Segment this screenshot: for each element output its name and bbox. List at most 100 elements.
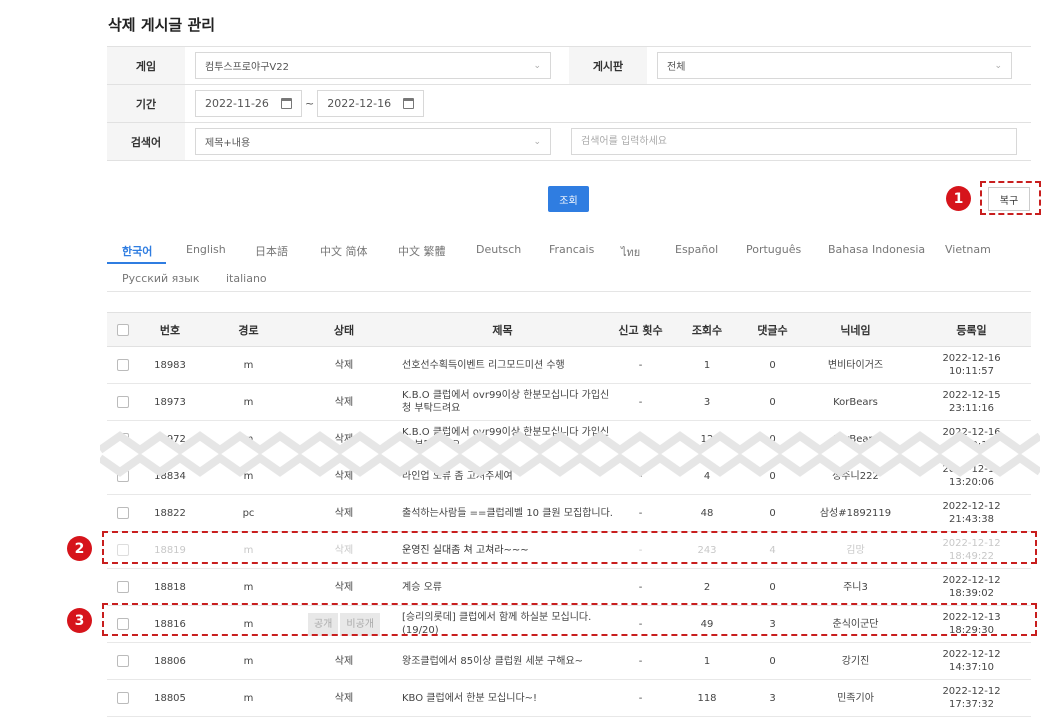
- cell-route: pc: [201, 494, 296, 532]
- row-checkbox[interactable]: [117, 654, 129, 667]
- row-checkbox[interactable]: [117, 691, 129, 704]
- cell-title[interactable]: 출석하는사람들 ==클럽레벨 10 클원 모집합니다.: [392, 494, 613, 532]
- cell-comments: 3: [746, 679, 799, 717]
- search-button[interactable]: 조회: [548, 186, 589, 212]
- cell-date: 2022-12-12 14:37:10: [912, 642, 1031, 680]
- game-cell: 컴투스프로야구V22 ⌄: [185, 47, 569, 84]
- cell-status: 삭제: [296, 383, 392, 421]
- cell-comments: 0: [746, 494, 799, 532]
- calendar-icon[interactable]: [403, 98, 415, 109]
- cell-route: m: [201, 679, 296, 717]
- row-checkbox[interactable]: [117, 506, 129, 519]
- cell-status: 삭제: [296, 642, 392, 680]
- restore-button[interactable]: 복구: [988, 187, 1030, 211]
- board-cell: 전체 ⌄: [647, 47, 1031, 84]
- table-row[interactable]: 18973 m 삭제 K.B.O 클럽에서 ovr99이상 한분모십니다 가입신…: [107, 383, 1031, 421]
- table-row[interactable]: 18806 m 삭제 왕조클럽에서 85이상 클럽원 세분 구해요~ - 1 0…: [107, 642, 1031, 680]
- row-checkbox-cell: [107, 494, 139, 532]
- table-row[interactable]: 18983 m 삭제 선호선수획득이벤트 리그모드미션 수행 - 1 0 변비타…: [107, 346, 1031, 384]
- cell-views: 1: [668, 346, 746, 384]
- chevron-down-icon: ⌄: [994, 60, 1002, 71]
- game-select[interactable]: 컴투스프로야구V22 ⌄: [195, 52, 551, 79]
- row-checkbox-cell: [107, 679, 139, 717]
- cell-views: 1: [668, 642, 746, 680]
- header-nickname: 닉네임: [799, 312, 912, 347]
- tab-korean[interactable]: 한국어: [122, 243, 152, 259]
- filter-row-game: 게임 컴투스프로야구V22 ⌄ 게시판 전체 ⌄: [107, 47, 1031, 85]
- date-separator: ~: [305, 97, 315, 110]
- tab-chinese-traditional[interactable]: 中文 繁體: [398, 243, 446, 259]
- tab-chinese-simplified[interactable]: 中文 简体: [320, 243, 368, 259]
- cell-reports: -: [613, 679, 668, 717]
- table-row[interactable]: 18818 m 삭제 계승 오류 - 2 0 주니3 2022-12-12 18:…: [107, 568, 1031, 606]
- tab-spanish[interactable]: Español: [675, 243, 718, 256]
- cell-status: 삭제: [296, 679, 392, 717]
- row-checkbox-cell: [107, 642, 139, 680]
- cell-views: 2: [668, 568, 746, 606]
- time-value: 23:11:16: [949, 403, 994, 414]
- search-filter-panel: 게임 컴투스프로야구V22 ⌄ 게시판 전체 ⌄ 기간 2022-11-26 ~…: [107, 46, 1031, 161]
- header-checkbox-cell: [107, 312, 139, 347]
- calendar-icon[interactable]: [281, 98, 292, 109]
- cell-title[interactable]: 선호선수획득이벤트 리그모드미션 수행: [392, 346, 613, 384]
- row-checkbox[interactable]: [117, 395, 129, 408]
- tab-russian[interactable]: Русский язык: [122, 272, 199, 285]
- date-from-input[interactable]: 2022-11-26: [195, 90, 302, 117]
- row-checkbox-cell: [107, 568, 139, 606]
- cell-views: 48: [668, 494, 746, 532]
- annotation-badge-2: 2: [67, 536, 92, 561]
- tab-german[interactable]: Deutsch: [476, 243, 521, 256]
- keyword-input[interactable]: [571, 128, 1017, 155]
- cell-nickname: 강기진: [799, 642, 912, 680]
- cell-no: 18805: [139, 679, 201, 717]
- cell-title[interactable]: K.B.O 클럽에서 ovr99이상 한분모십니다 가입신청 부탁드려요: [392, 383, 613, 421]
- highlight-box-row-18819: [102, 531, 1037, 564]
- date-to-input[interactable]: 2022-12-16: [317, 90, 425, 117]
- cell-no: 18983: [139, 346, 201, 384]
- tab-english[interactable]: English: [186, 243, 226, 256]
- tab-italian[interactable]: italiano: [226, 272, 267, 285]
- period-cell: 2022-11-26 ~ 2022-12-16: [185, 85, 434, 122]
- cell-date: 2022-12-12 21:43:38: [912, 494, 1031, 532]
- date-value: 2022-12-12: [942, 649, 1001, 660]
- period-label: 기간: [107, 85, 185, 122]
- row-checkbox[interactable]: [117, 580, 129, 593]
- table-row[interactable]: 18822 pc 삭제 출석하는사람들 ==클럽레벨 10 클원 모집합니다. …: [107, 494, 1031, 532]
- tab-japanese[interactable]: 日本語: [255, 243, 288, 259]
- cell-views: 118: [668, 679, 746, 717]
- active-tab-indicator: [107, 262, 166, 264]
- cell-nickname: 주니3: [799, 568, 912, 606]
- cell-comments: 0: [746, 568, 799, 606]
- chevron-down-icon: ⌄: [533, 60, 541, 71]
- tab-indonesian[interactable]: Bahasa Indonesia: [828, 243, 925, 256]
- board-select[interactable]: 전체 ⌄: [657, 52, 1012, 79]
- cell-nickname: 삼성#1892119: [799, 494, 912, 532]
- cell-title[interactable]: 왕조클럽에서 85이상 클럽원 세분 구해요~: [392, 642, 613, 680]
- chevron-down-icon: ⌄: [533, 136, 541, 147]
- board-label: 게시판: [569, 47, 647, 84]
- tab-portuguese[interactable]: Português: [746, 243, 801, 256]
- keyword-label: 검색어: [107, 123, 185, 160]
- tab-thai[interactable]: ไทย: [621, 243, 640, 261]
- cell-views: 3: [668, 383, 746, 421]
- game-label: 게임: [107, 47, 185, 84]
- cell-title[interactable]: 계승 오류: [392, 568, 613, 606]
- cell-status: 삭제: [296, 568, 392, 606]
- tab-vietnamese[interactable]: Vietnam: [945, 243, 991, 256]
- annotation-badge-1: 1: [946, 186, 971, 211]
- tab-french[interactable]: Francais: [549, 243, 594, 256]
- keyword-type-select[interactable]: 제목+내용 ⌄: [195, 128, 551, 155]
- row-checkbox[interactable]: [117, 358, 129, 371]
- date-value: 2022-12-15: [942, 390, 1001, 401]
- time-value: 18:39:02: [949, 588, 994, 599]
- cell-title[interactable]: KBO 클럽에서 한분 모십니다~!: [392, 679, 613, 717]
- header-no: 번호: [139, 312, 201, 347]
- cell-date: 2022-12-16 10:11:57: [912, 346, 1031, 384]
- cell-no: 18973: [139, 383, 201, 421]
- keyword-type-value: 제목+내용: [205, 138, 251, 149]
- select-all-checkbox[interactable]: [117, 324, 129, 336]
- header-route: 경로: [201, 312, 296, 347]
- date-to-value: 2022-12-16: [327, 97, 392, 110]
- table-row[interactable]: 18805 m 삭제 KBO 클럽에서 한분 모십니다~! - 118 3 민족…: [107, 679, 1031, 717]
- cell-date: 2022-12-15 23:11:16: [912, 383, 1031, 421]
